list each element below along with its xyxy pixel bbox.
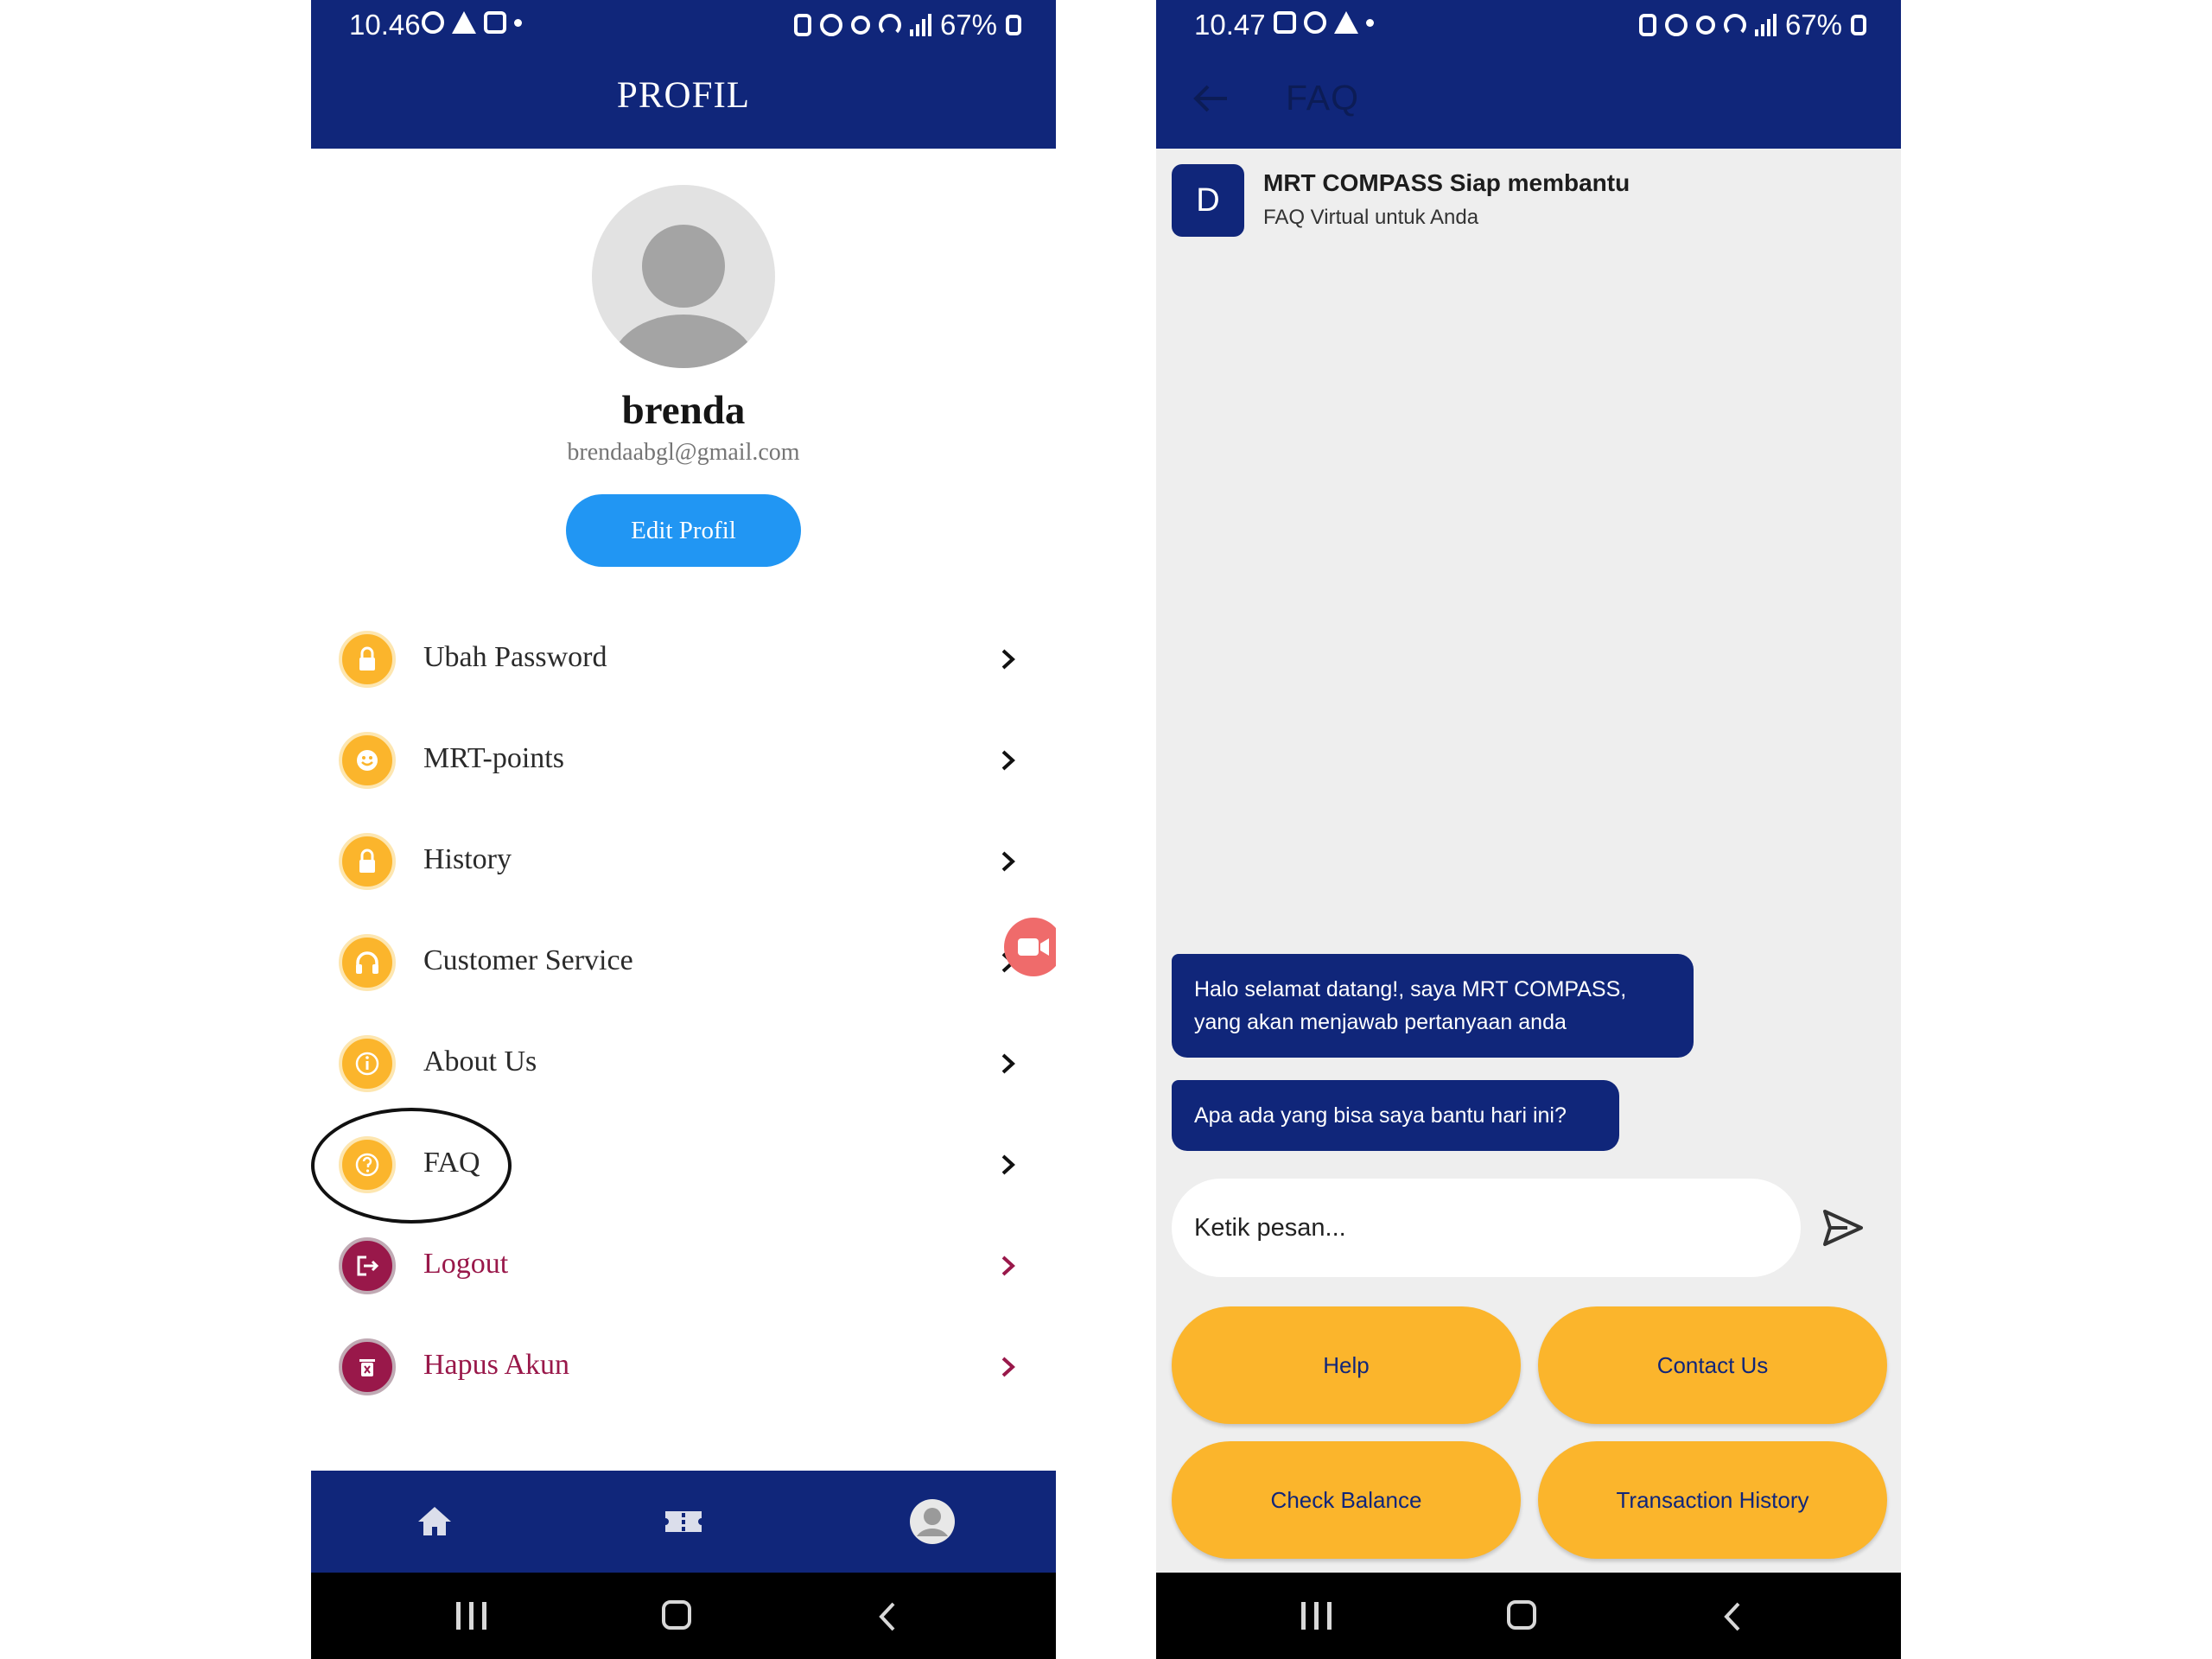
message-line: yang akan menjawab pertanyaan anda [1194, 1010, 1567, 1034]
menu-item-hapus-akun[interactable]: Hapus Akun [337, 1328, 1030, 1406]
home-icon[interactable] [411, 1498, 458, 1545]
edit-profile-button[interactable]: Edit Profil [566, 494, 801, 567]
quick-reply-check-balance[interactable]: Check Balance [1172, 1441, 1521, 1559]
page-title: FAQ [1286, 78, 1360, 118]
warning-icon [1334, 11, 1358, 34]
bottom-navigation [311, 1471, 1056, 1573]
chevron-right-icon [1001, 1053, 1015, 1074]
menu-label: MRT-points [423, 742, 564, 774]
menu-item-customer-service[interactable]: Customer Service [337, 924, 1030, 1001]
gallery-icon [484, 11, 506, 34]
chat-message-bubble: Apa ada yang bisa saya bantu hari ini? [1172, 1080, 1619, 1151]
alarm-icon [1664, 14, 1688, 36]
quick-reply-contact-us[interactable]: Contact Us [1538, 1306, 1887, 1424]
bot-subtitle: FAQ Virtual untuk Anda [1263, 206, 1479, 229]
send-icon[interactable] [1821, 1208, 1865, 1248]
status-bar: 10.47 67% [1156, 0, 1901, 50]
ticket-icon[interactable] [660, 1498, 707, 1545]
info-icon [339, 1035, 396, 1092]
faq-highlight-circle [311, 1108, 512, 1224]
video-call-button[interactable] [1004, 918, 1056, 976]
battery-percent: 67% [939, 9, 997, 41]
battery-saver-icon [1638, 14, 1656, 36]
chevron-right-icon [1001, 750, 1015, 771]
system-status-icons: 67% [793, 9, 1021, 41]
menu-item-ubah-password[interactable]: Ubah Password [337, 620, 1030, 698]
lock-icon [339, 631, 396, 688]
more-notifications-icon [514, 18, 522, 27]
menu-label: About Us [423, 1046, 537, 1077]
status-bar: 10.46 67% [311, 0, 1056, 50]
menu-label: Logout [423, 1248, 509, 1280]
whatsapp-icon [422, 11, 444, 34]
menu-label: Customer Service [423, 944, 633, 976]
signal-icon [1754, 14, 1777, 36]
battery-icon [1851, 15, 1866, 35]
recent-apps-icon[interactable] [1301, 1602, 1332, 1630]
trash-icon [339, 1338, 396, 1395]
user-name: brenda [621, 388, 746, 433]
message-line: Halo selamat datang!, saya MRT COMPASS, [1194, 977, 1627, 1001]
alarm-icon [819, 14, 842, 36]
chat-message-bubble: Halo selamat datang!, saya MRT COMPASS, … [1172, 954, 1694, 1058]
page-title: PROFIL [616, 75, 751, 116]
status-time: 10.47 [1194, 9, 1266, 41]
message-line: Apa ada yang bisa saya bantu hari ini? [1194, 1103, 1567, 1128]
more-notifications-icon [1366, 18, 1374, 27]
menu-label: Hapus Akun [423, 1349, 570, 1381]
notification-icons [422, 11, 522, 34]
quick-reply-transaction-history[interactable]: Transaction History [1538, 1441, 1887, 1559]
message-input[interactable] [1172, 1179, 1801, 1277]
gallery-icon [1274, 11, 1296, 34]
menu-item-mrt-points[interactable]: MRT-points [337, 721, 1030, 799]
home-button-icon[interactable] [662, 1600, 691, 1630]
notification-icons [1274, 11, 1374, 34]
signal-icon [909, 14, 931, 36]
chevron-right-icon [1001, 1255, 1015, 1276]
wifi-icon [878, 14, 901, 36]
app-bar: PROFIL [311, 50, 1056, 149]
system-navigation-bar [1156, 1573, 1901, 1659]
chevron-right-icon [1001, 1154, 1015, 1175]
quick-reply-help[interactable]: Help [1172, 1306, 1521, 1424]
warning-icon [452, 11, 476, 34]
wifi-icon [1723, 14, 1746, 36]
battery-saver-icon [793, 14, 811, 36]
user-email: brendaabgl@gmail.com [567, 439, 800, 466]
whatsapp-icon [1304, 11, 1326, 34]
faq-screen: 10.47 67% FAQ D MRT COMPASS Siap membant… [1156, 0, 1901, 1659]
back-icon[interactable] [1718, 1600, 1747, 1633]
smiley-icon [339, 732, 396, 789]
video-camera-icon [1018, 938, 1049, 956]
mute-icon [1695, 16, 1715, 35]
home-button-icon[interactable] [1507, 1600, 1536, 1630]
mute-icon [850, 16, 870, 35]
chevron-right-icon [1001, 1357, 1015, 1377]
bot-name: MRT COMPASS Siap membantu [1263, 169, 1630, 196]
lock-icon [339, 833, 396, 890]
menu-item-history[interactable]: History [337, 823, 1030, 900]
menu-item-about-us[interactable]: About Us [337, 1025, 1030, 1103]
chevron-right-icon [1001, 851, 1015, 872]
system-navigation-bar [311, 1573, 1056, 1659]
battery-icon [1006, 15, 1021, 35]
recent-apps-icon[interactable] [456, 1602, 486, 1630]
menu-label: History [423, 843, 512, 875]
menu-label: Ubah Password [423, 641, 607, 673]
profile-avatar-icon[interactable] [909, 1498, 956, 1545]
status-time: 10.46 [349, 9, 421, 41]
logout-icon [339, 1237, 396, 1294]
bot-avatar: D [1172, 164, 1244, 237]
app-bar: FAQ [1156, 50, 1901, 149]
chevron-right-icon [1001, 649, 1015, 670]
menu-item-logout[interactable]: Logout [337, 1227, 1030, 1305]
battery-percent: 67% [1784, 9, 1842, 41]
back-icon[interactable] [873, 1600, 902, 1633]
back-arrow-icon[interactable] [1189, 81, 1230, 116]
headset-icon [339, 934, 396, 991]
system-status-icons: 67% [1638, 9, 1866, 41]
profile-screen: 10.46 67% PROFIL brenda brendaabgl@gmail… [311, 0, 1056, 1659]
profile-avatar [592, 185, 775, 368]
